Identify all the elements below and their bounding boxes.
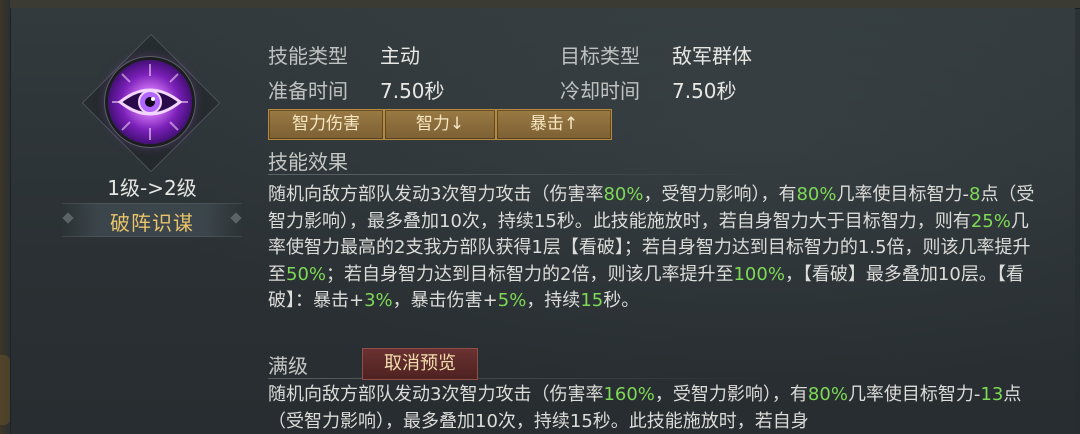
max-text: 几率使目标智力- — [847, 384, 981, 405]
effect-highlight: 25% — [970, 210, 1011, 232]
effect-title: 技能效果 — [268, 150, 348, 174]
effect-text: 几率使目标智力- — [836, 184, 969, 205]
max-highlight: 13 — [980, 384, 1004, 405]
tag-crit-up: 暴击↑ — [496, 109, 612, 140]
left-edge-ornament — [0, 355, 10, 425]
effect-text: ，受智力影响），有 — [643, 184, 797, 205]
tag-int-damage: 智力伤害 — [268, 109, 384, 140]
max-level-description: 随机向敌方部队发动3次智力攻击（伤害率160%，受智力影响），有80%几率使目标… — [268, 382, 1038, 434]
max-highlight: 160% — [603, 384, 655, 405]
skill-icon-frame[interactable] — [81, 33, 221, 173]
prep-time-label: 准备时间 — [268, 79, 348, 103]
max-text: 随机向敌方部队发动3次智力攻击（伤害率 — [268, 384, 604, 405]
skill-type-label: 技能类型 — [268, 44, 348, 68]
skill-level-text: 1级->2级 — [107, 176, 197, 200]
max-level-divider — [268, 378, 768, 379]
cooldown-value: 7.50秒 — [672, 79, 737, 103]
max-level-title: 满级 — [268, 354, 308, 378]
prep-time-value: 7.50秒 — [380, 79, 445, 103]
max-text: ，受智力影响），有 — [654, 384, 808, 405]
effect-text: ，持续 — [526, 290, 581, 311]
effect-description: 随机向敌方部队发动3次智力攻击（伤害率80%，受智力影响），有80%几率使目标智… — [268, 182, 1038, 315]
target-type-label: 目标类型 — [560, 44, 640, 68]
max-highlight: 80% — [807, 384, 848, 405]
effect-text: 秒。 — [603, 290, 640, 311]
effect-text: ；若自身智力达到目标智力的2倍，则该几率提升至 — [326, 263, 734, 285]
effect-divider — [268, 174, 768, 175]
effect-highlight: 80% — [796, 184, 837, 205]
skill-type-value: 主动 — [380, 44, 420, 68]
purple-eye-icon — [108, 60, 192, 144]
tag-int-down: 智力↓ — [384, 109, 496, 140]
effect-highlight: 15 — [580, 290, 604, 311]
effect-highlight: 8 — [968, 184, 981, 205]
effect-highlight: 100% — [733, 263, 785, 285]
skill-name-bar: 破阵识谋 — [62, 203, 242, 237]
skill-name: 破阵识谋 — [110, 211, 194, 235]
effect-highlight: 50% — [286, 263, 327, 285]
effect-highlight: 80% — [603, 184, 644, 205]
effect-text: 随机向敌方部队发动3次智力攻击（伤害率 — [268, 184, 604, 205]
effect-text: ，暴击伤害+ — [392, 290, 498, 311]
cancel-preview-button[interactable]: 取消预览 — [362, 348, 478, 380]
effect-highlight: 5% — [497, 290, 527, 311]
target-type-value: 敌军群体 — [672, 44, 752, 68]
cooldown-label: 冷却时间 — [560, 79, 640, 103]
effect-highlight: 3% — [364, 290, 393, 311]
